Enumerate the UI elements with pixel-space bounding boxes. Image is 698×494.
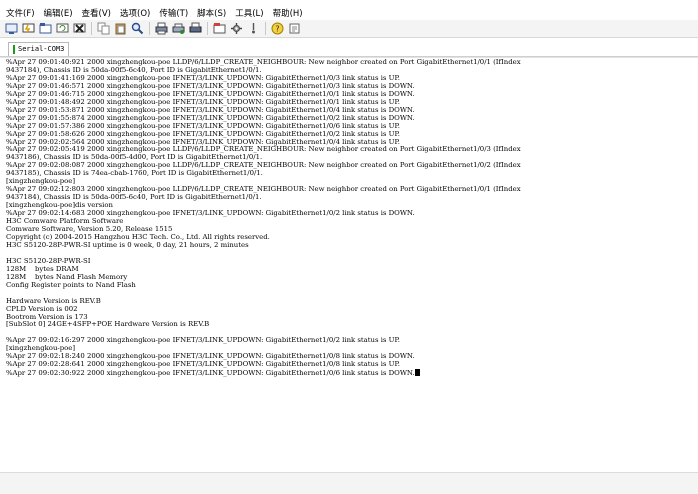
copy-icon[interactable] — [96, 22, 110, 36]
terminal-line: %Apr 27 09:02:05:419 2000 xingzhengkou-p… — [6, 145, 521, 154]
terminal-line: Hardware Version is REV.B — [6, 296, 101, 305]
svg-text:?: ? — [275, 25, 279, 34]
session-options-icon[interactable] — [212, 22, 226, 36]
terminal-line: 128M bytes DRAM — [6, 264, 79, 273]
terminal-line: %Apr 27 09:01:40:921 2000 xingzhengkou-p… — [6, 59, 521, 66]
print-setup-icon[interactable] — [171, 22, 185, 36]
menu-options[interactable]: 选项(O) — [120, 7, 150, 19]
terminal-line: %Apr 27 09:02:16:297 2000 xingzhengkou-p… — [6, 336, 400, 345]
terminal-line: [SubSlot 0] 24GE+4SFP+POE Hardware Versi… — [6, 320, 210, 329]
terminal-line: %Apr 27 09:02:28:641 2000 xingzhengkou-p… — [6, 360, 400, 369]
terminal-line: 9437185), Chassis ID is 74ea-cbab-1760, … — [6, 169, 263, 178]
terminal-line: Bootrom Version is 173 — [6, 312, 88, 321]
terminal-line: %Apr 27 09:01:55:874 2000 xingzhengkou-p… — [6, 113, 415, 122]
keymap-icon[interactable] — [246, 22, 260, 36]
terminal-text: %Apr 27 09:01:40:921 2000 xingzhengkou-p… — [6, 59, 694, 378]
connection-status-indicator — [13, 45, 15, 54]
terminal-line: %Apr 27 09:01:46:715 2000 xingzhengkou-p… — [6, 89, 415, 98]
terminal-line: [xingzhengkou-poe]dis version — [6, 201, 113, 210]
tab-serial-com3[interactable]: Serial-COM3 — [8, 42, 70, 56]
session-tab-bar: Serial-COM3 — [0, 39, 698, 57]
terminal-line: 9437184), Chassis ID is 50da-00f5-6c40, … — [6, 193, 262, 202]
menu-help[interactable]: 帮助(H) — [273, 7, 303, 19]
terminal-line: %Apr 27 09:02:02:564 2000 xingzhengkou-p… — [6, 137, 400, 146]
terminal-line: Config Register points to Nand Flash — [6, 280, 136, 289]
menu-edit[interactable]: 编辑(E) — [44, 7, 73, 19]
disconnect-icon[interactable] — [72, 22, 86, 36]
connect-icon[interactable] — [4, 22, 18, 36]
connect-tab-icon[interactable] — [38, 22, 52, 36]
help-icon[interactable]: ? — [270, 22, 284, 36]
terminal-line: 128M bytes Nand Flash Memory — [6, 272, 128, 281]
quick-connect-icon[interactable] — [21, 22, 35, 36]
toolbar-separator — [91, 22, 92, 35]
terminal-line: H3C Comware Platform Software — [6, 217, 124, 226]
terminal-line: %Apr 27 09:01:53:871 2000 xingzhengkou-p… — [6, 105, 415, 114]
terminal-line: H3C S5120-28P-PWR-SI uptime is 0 week, 0… — [6, 240, 249, 249]
toolbar-separator — [207, 22, 208, 35]
terminal-line: [xingzhengkou-poe] — [6, 344, 76, 353]
terminal-line: H3C S5120-28P-PWR-SI — [6, 256, 91, 265]
terminal-line: Copyright (c) 2004-2015 Hangzhou H3C Tec… — [6, 232, 270, 241]
terminal-line: %Apr 27 09:02:14:683 2000 xingzhengkou-p… — [6, 209, 415, 218]
terminal-line: %Apr 27 09:01:46:571 2000 xingzhengkou-p… — [6, 81, 415, 90]
print-screen-icon[interactable] — [188, 22, 202, 36]
tab-label: Serial-COM3 — [18, 45, 65, 53]
about-icon[interactable] — [287, 22, 301, 36]
paste-icon[interactable] — [113, 22, 127, 36]
print-icon[interactable] — [154, 22, 168, 36]
menu-bar: 文件(F) 编辑(E) 查看(V) 选项(O) 传输(T) 脚本(S) 工具(L… — [0, 6, 698, 20]
global-options-icon[interactable] — [229, 22, 243, 36]
reconnect-icon[interactable] — [55, 22, 69, 36]
terminal-line: CPLD Version is 002 — [6, 304, 78, 313]
terminal-line: %Apr 27 09:02:18:240 2000 xingzhengkou-p… — [6, 352, 415, 361]
status-bar — [0, 472, 698, 494]
find-icon[interactable] — [130, 22, 144, 36]
terminal-line: %Apr 27 09:02:08:087 2000 xingzhengkou-p… — [6, 161, 521, 170]
menu-tools[interactable]: 工具(L) — [235, 7, 263, 19]
terminal-line: %Apr 27 09:02:30:922 2000 xingzhengkou-p… — [6, 369, 415, 378]
menu-transfer[interactable]: 传输(T) — [159, 7, 188, 19]
toolbar-separator — [149, 22, 150, 35]
menu-file[interactable]: 文件(F) — [6, 7, 35, 19]
toolbar-separator — [265, 22, 266, 35]
terminal-line: %Apr 27 09:01:41:169 2000 xingzhengkou-p… — [6, 73, 400, 82]
terminal-line: 9437186), Chassis ID is 50da-00f5-4d00, … — [6, 153, 263, 162]
terminal-line: %Apr 27 09:02:12:803 2000 xingzhengkou-p… — [6, 185, 521, 194]
terminal-line: %Apr 27 09:01:48:492 2000 xingzhengkou-p… — [6, 97, 400, 106]
menu-view[interactable]: 查看(V) — [82, 7, 111, 19]
terminal-output[interactable]: %Apr 27 09:01:40:921 2000 xingzhengkou-p… — [0, 57, 698, 472]
terminal-line: 9437184), Chassis ID is 50da-00f5-6c40, … — [6, 65, 262, 74]
menu-script[interactable]: 脚本(S) — [197, 7, 226, 19]
terminal-line: %Apr 27 09:01:58:626 2000 xingzhengkou-p… — [6, 129, 400, 138]
terminal-line: Comware Software, Version 5.20, Release … — [6, 225, 173, 234]
terminal-cursor — [414, 369, 420, 377]
terminal-line: %Apr 27 09:01:57:386 2000 xingzhengkou-p… — [6, 121, 400, 130]
toolbar: ? — [0, 20, 698, 38]
terminal-line: [xingzhengkou-poe] — [6, 177, 76, 186]
